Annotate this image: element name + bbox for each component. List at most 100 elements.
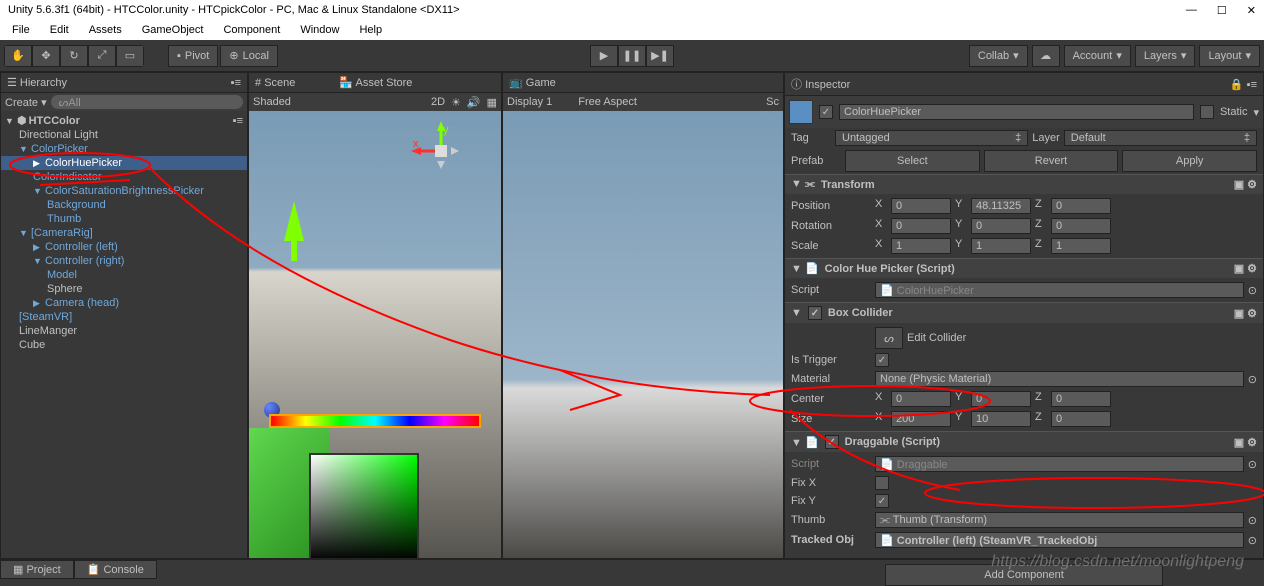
tree-item[interactable]: ColorIndicator	[1, 170, 247, 184]
drag-script-field[interactable]: 📄 Draggable	[875, 456, 1244, 472]
scl-x[interactable]: 1	[891, 238, 951, 254]
layer-dropdown[interactable]: Default‡	[1064, 130, 1257, 146]
pivot-button[interactable]: ▪ Pivot	[168, 45, 218, 67]
layout-button[interactable]: Layout ▾	[1199, 45, 1260, 67]
scl-y[interactable]: 1	[971, 238, 1031, 254]
scl-z[interactable]: 1	[1051, 238, 1111, 254]
static-checkbox[interactable]	[1200, 105, 1214, 119]
audio-icon[interactable]: 🔊	[467, 96, 481, 109]
layers-button[interactable]: Layers ▾	[1135, 45, 1196, 67]
tree-item[interactable]: Sphere	[1, 282, 247, 296]
inspector-tab[interactable]: ⓘ Inspector	[791, 76, 850, 92]
panel-menu-icon[interactable]: ▪≡	[231, 77, 241, 89]
boxcollider-header[interactable]: ▼ ✓ Box Collider▣ ⚙	[785, 303, 1263, 323]
menu-edit[interactable]: Edit	[42, 22, 77, 38]
huepicker-header[interactable]: ▼ 📄 Color Hue Picker (Script)▣ ⚙	[785, 259, 1263, 278]
shaded-dropdown[interactable]: Shaded	[253, 96, 291, 108]
tree-item[interactable]: ▼[CameraRig]	[1, 226, 247, 240]
scene-tab[interactable]: # Scene	[255, 77, 295, 89]
scene-gizmo[interactable]: y x	[411, 121, 471, 181]
rect-tool-button[interactable]: ▭	[116, 45, 144, 67]
tree-item[interactable]: LineManger	[1, 324, 247, 338]
draggable-header[interactable]: ▼ 📄 ✓ Draggable (Script)▣ ⚙	[785, 432, 1263, 452]
tree-item[interactable]: Directional Light	[1, 128, 247, 142]
menu-gameobject[interactable]: GameObject	[134, 22, 212, 38]
local-button[interactable]: ⊕ Local	[220, 45, 278, 67]
tree-item[interactable]: Thumb	[1, 212, 247, 226]
tree-item[interactable]: Background	[1, 198, 247, 212]
console-tab[interactable]: 📋 Console	[74, 560, 157, 579]
prefab-apply-button[interactable]: Apply	[1122, 150, 1257, 172]
play-button[interactable]: ▶	[590, 45, 618, 67]
trigger-checkbox[interactable]: ✓	[875, 353, 889, 367]
tree-item[interactable]: ▶Camera (head)	[1, 296, 247, 310]
size-x[interactable]: 200	[891, 411, 951, 427]
center-y[interactable]: 0	[971, 391, 1031, 407]
aspect-dropdown[interactable]: Free Aspect	[578, 96, 637, 108]
menu-component[interactable]: Component	[215, 22, 288, 38]
center-x[interactable]: 0	[891, 391, 951, 407]
menu-help[interactable]: Help	[351, 22, 390, 38]
rot-z[interactable]: 0	[1051, 218, 1111, 234]
minimize-icon[interactable]: —	[1186, 4, 1197, 17]
rot-x[interactable]: 0	[891, 218, 951, 234]
account-button[interactable]: Account ▾	[1064, 45, 1131, 67]
2d-toggle[interactable]: 2D	[431, 96, 445, 108]
svg-text:x: x	[413, 138, 419, 150]
cloud-button[interactable]: ☁	[1032, 45, 1060, 67]
menu-assets[interactable]: Assets	[81, 22, 130, 38]
move-tool-button[interactable]: ✥	[32, 45, 60, 67]
hand-tool-button[interactable]: ✋	[4, 45, 32, 67]
scene-root[interactable]: ▼⬢ HTCColor ▪≡	[1, 113, 247, 128]
menu-file[interactable]: File	[4, 22, 38, 38]
fx-icon[interactable]: ▦	[487, 96, 497, 109]
lock-icon[interactable]: 🔒 ▪≡	[1230, 78, 1257, 91]
scene-view[interactable]: y x	[249, 111, 501, 558]
scale-tool-button[interactable]: ⤢	[88, 45, 116, 67]
rotate-tool-button[interactable]: ↻	[60, 45, 88, 67]
game-view[interactable]	[503, 111, 783, 558]
collab-button[interactable]: Collab ▾	[969, 45, 1028, 67]
rot-y[interactable]: 0	[971, 218, 1031, 234]
fixx-checkbox[interactable]	[875, 476, 889, 490]
step-button[interactable]: ▶❚	[646, 45, 674, 67]
tracked-field[interactable]: 📄 Controller (left) (SteamVR_TrackedObj	[875, 532, 1244, 548]
size-z[interactable]: 0	[1051, 411, 1111, 427]
hierarchy-search[interactable]: ᔕAll	[51, 95, 243, 109]
pos-z[interactable]: 0	[1051, 198, 1111, 214]
fixy-checkbox[interactable]: ✓	[875, 494, 889, 508]
material-field[interactable]: None (Physic Material)	[875, 371, 1244, 387]
script-field[interactable]: 📄 ColorHuePicker	[875, 282, 1244, 298]
tree-item-selected[interactable]: ▶ColorHuePicker	[1, 156, 247, 170]
center-z[interactable]: 0	[1051, 391, 1111, 407]
tree-item[interactable]: Model	[1, 268, 247, 282]
tree-item[interactable]: ▼Controller (right)	[1, 254, 247, 268]
edit-collider-button[interactable]: ᔕ	[875, 327, 903, 349]
maximize-icon[interactable]: ☐	[1217, 4, 1227, 17]
pause-button[interactable]: ❚❚	[618, 45, 646, 67]
create-dropdown[interactable]: Create ▾	[5, 96, 47, 109]
tree-item[interactable]: [SteamVR]	[1, 310, 247, 324]
light-icon[interactable]: ☀	[451, 96, 461, 109]
prefab-select-button[interactable]: Select	[845, 150, 980, 172]
tree-item[interactable]: ▶Controller (left)	[1, 240, 247, 254]
pos-x[interactable]: 0	[891, 198, 951, 214]
close-icon[interactable]: ✕	[1247, 4, 1256, 17]
display-dropdown[interactable]: Display 1	[507, 96, 552, 108]
active-checkbox[interactable]: ✓	[819, 105, 833, 119]
tree-item[interactable]: Cube	[1, 338, 247, 352]
hierarchy-tab[interactable]: ☰ Hierarchy	[7, 76, 67, 89]
size-y[interactable]: 10	[971, 411, 1031, 427]
project-tab[interactable]: ▦ Project	[0, 560, 74, 579]
transform-header[interactable]: ▼ ⫘ Transform▣ ⚙	[785, 175, 1263, 194]
assetstore-tab[interactable]: 🏪 Asset Store	[339, 76, 412, 89]
tag-dropdown[interactable]: Untagged‡	[835, 130, 1028, 146]
pos-y[interactable]: 48.11325	[971, 198, 1031, 214]
name-field[interactable]: ColorHuePicker	[839, 104, 1194, 120]
thumb-field[interactable]: ⫘ Thumb (Transform)	[875, 512, 1244, 528]
tree-item[interactable]: ▼ColorPicker	[1, 142, 247, 156]
menu-window[interactable]: Window	[292, 22, 347, 38]
prefab-revert-button[interactable]: Revert	[984, 150, 1119, 172]
tree-item[interactable]: ▼ColorSaturationBrightnessPicker	[1, 184, 247, 198]
game-tab[interactable]: 📺 Game	[509, 76, 556, 89]
